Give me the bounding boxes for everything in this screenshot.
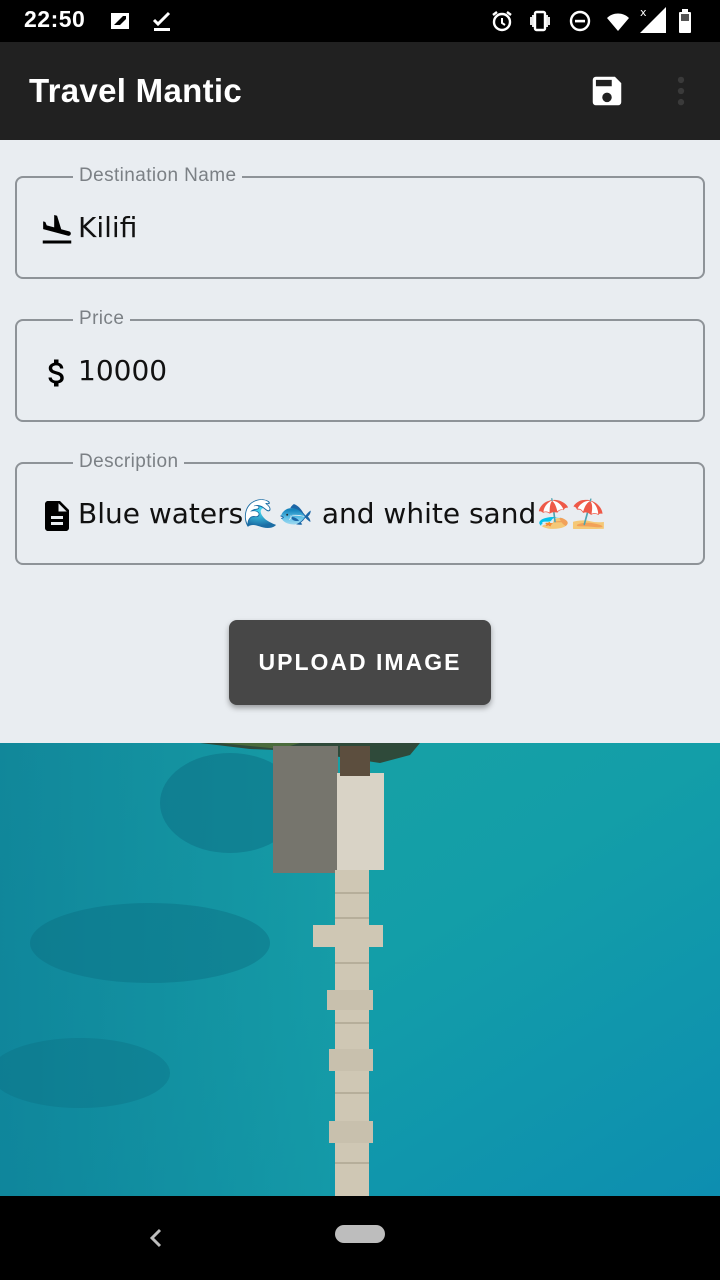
price-label: Price (73, 308, 131, 330)
flight-land-icon (39, 212, 75, 248)
back-icon[interactable] (140, 1222, 172, 1254)
navigation-bar (0, 1196, 720, 1280)
vibrate-icon (528, 9, 552, 33)
description-field[interactable]: Description Blue waters🌊🐟 and white sand… (15, 451, 705, 565)
do-not-disturb-icon (568, 9, 592, 33)
checkmark-download-icon (150, 9, 174, 33)
app-bar: Travel Mantic (0, 42, 720, 140)
app-title: Travel Mantic (29, 72, 242, 109)
upload-image-button[interactable]: UPLOAD IMAGE (229, 620, 491, 705)
wifi-icon (606, 9, 630, 33)
cellular-signal-icon: x (638, 6, 668, 33)
destination-name-field[interactable]: Destination Name Kilifi (15, 165, 705, 279)
sim-card-icon (108, 9, 132, 33)
destination-name-input[interactable]: Kilifi (78, 211, 137, 244)
destination-image (0, 743, 720, 1196)
price-field[interactable]: Price 10000 (15, 308, 705, 422)
document-icon (39, 498, 75, 534)
alarm-icon (490, 9, 514, 33)
home-button[interactable] (335, 1225, 385, 1243)
status-time: 22:50 (24, 6, 86, 32)
battery-icon (678, 9, 698, 33)
more-options-icon[interactable] (662, 72, 700, 110)
status-bar: 22:50 x (0, 0, 720, 42)
description-label: Description (73, 451, 185, 473)
description-input[interactable]: Blue waters🌊🐟 and white sand🏖️⛱️ (78, 497, 606, 530)
dollar-icon (39, 355, 75, 391)
destination-name-label: Destination Name (73, 165, 243, 187)
save-icon[interactable] (588, 72, 626, 110)
svg-text:x: x (640, 6, 647, 19)
price-input[interactable]: 10000 (78, 354, 167, 387)
